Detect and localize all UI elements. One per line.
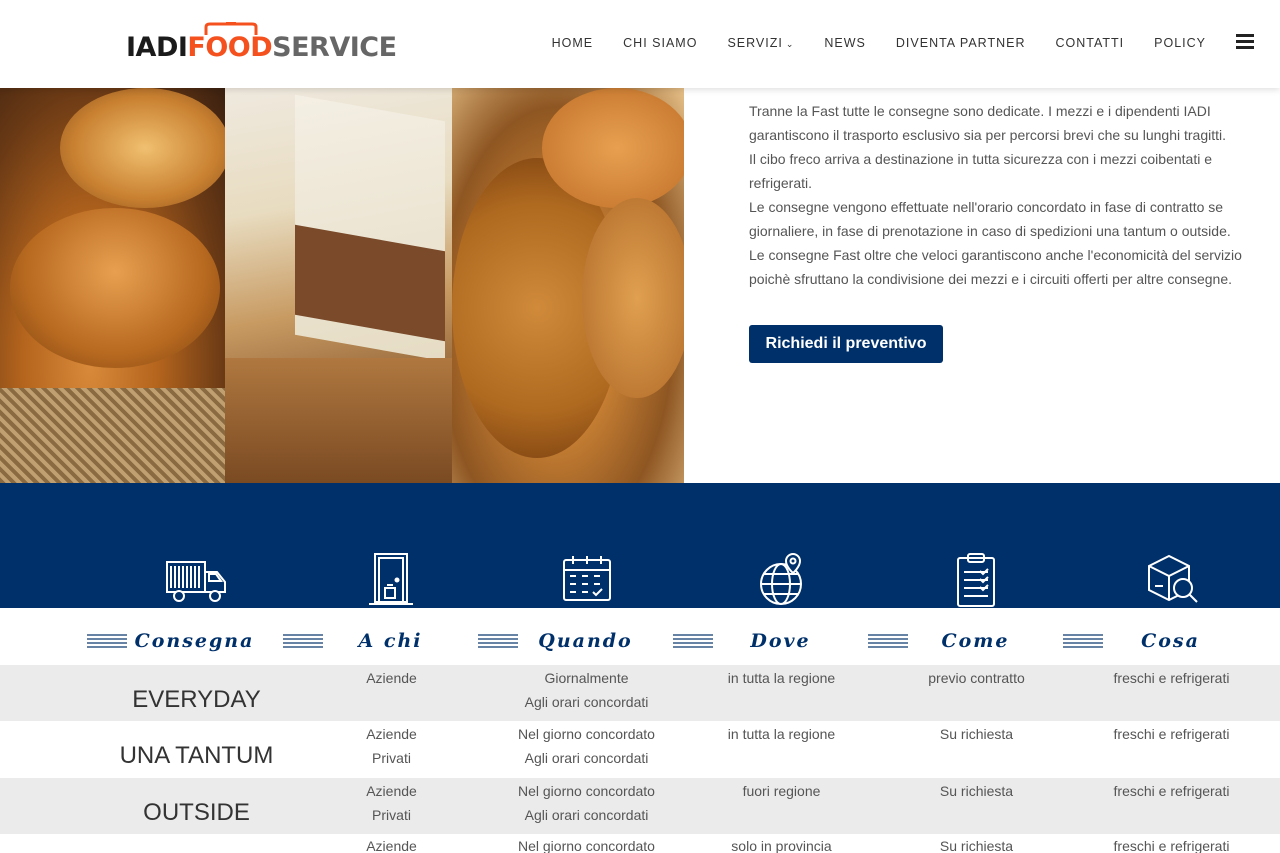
column-header-cosa: Cosa [1063,630,1268,652]
request-quote-button[interactable]: Richiedi il preventivo [749,325,943,363]
nav-contatti[interactable]: CONTATTI [1056,36,1125,50]
cell-come: previo contratto [928,670,1025,686]
cell-dove: fuori regione [742,783,821,799]
cell-quando: Nel giorno concordato [518,838,655,853]
cell-dove: solo in provincia [731,838,832,853]
table-row: UNA TANTUM Aziende Privati Nel giorno con… [0,721,1280,778]
nav-policy[interactable]: POLICY [1154,36,1206,50]
column-header-dove: Dove [673,630,878,652]
cell-cosa: freschi e refrigerati [1113,670,1230,686]
cell-a-chi: Aziende [366,670,417,686]
nav-chi-siamo[interactable]: CHI SIAMO [623,36,697,50]
truck-icon [165,552,229,608]
hamburger-icon[interactable] [1236,34,1254,50]
cell-a-chi: Aziende [366,838,417,853]
paragraph: Le consegne Fast oltre che veloci garant… [749,247,1242,287]
table-row: EVERYDAY Aziende Giornalmente Agli orari … [0,665,1280,721]
delivery-type: UNA TANTUM [119,742,274,769]
logo-part-iadi: IADI [126,32,188,63]
paragraph: Tranne la Fast tutte le consegne sono de… [749,103,1227,143]
cell-a-chi: Aziende Privati [366,726,417,766]
delivery-description: Tranne la Fast tutte le consegne sono de… [749,99,1244,291]
table-header: Consegna A chi Quando Dove Come Cosa [0,608,1280,665]
logo[interactable]: IADIFOODSERVICE [126,22,397,63]
logo-wordmark: IADIFOODSERVICE [126,32,397,63]
hero-images [0,88,684,483]
cell-come: Su richiesta [939,838,1014,853]
column-header-come: Come [868,630,1073,652]
croissant-image [0,88,225,483]
site-header: IADIFOODSERVICE HOME CHI SIAMO SERVIZI ⌄ … [0,0,1280,88]
cell-cosa: freschi e refrigerati [1113,838,1230,853]
cell-quando: Giornalmente Agli orari concordati [524,670,649,710]
column-header-a-chi: A chi [283,630,488,652]
chevron-down-icon: ⌄ [785,39,795,49]
delivery-type: EVERYDAY [132,686,261,713]
cell-dove: in tutta la regione [727,726,836,742]
cell-come: Su richiesta [939,783,1014,799]
nav-home[interactable]: HOME [552,36,594,50]
cell-cosa: freschi e refrigerati [1113,726,1230,742]
clipboard-icon [944,552,1008,608]
delivery-type: OUTSIDE [143,799,250,826]
nav-servizi[interactable]: SERVIZI ⌄ [727,36,794,50]
main-nav: HOME CHI SIAMO SERVIZI ⌄ NEWS DIVENTA PAR… [522,36,1206,50]
calendar-icon [555,552,619,608]
paragraph: Il cibo freco arriva a destinazione in t… [749,151,1213,191]
paragraph: Le consegne vengono effettuate nell'orar… [749,199,1231,239]
box-search-icon [1139,552,1203,608]
table-row: OUTSIDE Aziende Privati Nel giorno concor… [0,778,1280,834]
cell-a-chi: Aziende Privati [366,783,417,823]
cheese-image [225,88,452,483]
logo-part-service: SERVICE [272,32,397,63]
logo-part-food: FOOD [187,32,273,63]
cell-come: Su richiesta [939,726,1014,742]
nav-servizi-label: SERVIZI [727,36,783,50]
nav-diventa-partner[interactable]: DIVENTA PARTNER [896,36,1026,50]
globe-pin-icon [749,552,813,608]
column-header-consegna: Consegna [87,630,292,652]
cell-dove: in tutta la regione [727,670,836,686]
column-header-quando: Quando [478,630,683,652]
cell-quando: Nel giorno concordato Agli orari concorda… [518,783,655,823]
cell-quando: Nel giorno concordato Agli orari concorda… [518,726,655,766]
cell-cosa: freschi e refrigerati [1113,783,1230,799]
nav-news[interactable]: NEWS [824,36,866,50]
table-row: Aziende Nel giorno concordato solo in pr… [0,834,1280,853]
bread-image [452,88,684,483]
door-icon [359,552,423,608]
